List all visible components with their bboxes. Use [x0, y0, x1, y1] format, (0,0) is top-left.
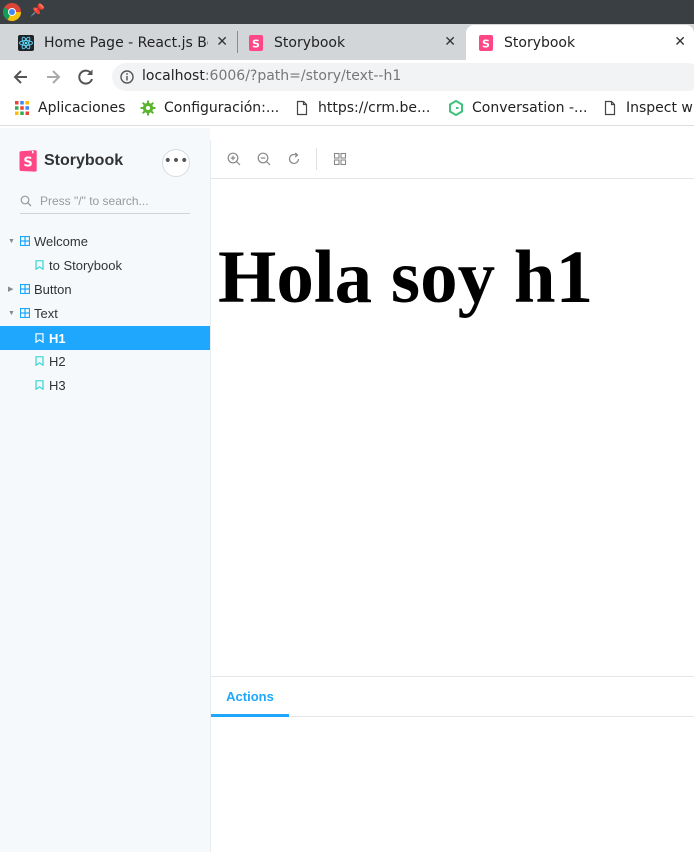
- window-titlebar: 📌: [0, 0, 694, 24]
- url-path: :6006/?path=/story/text--h1: [204, 68, 402, 84]
- tab-actions[interactable]: Actions: [211, 677, 289, 717]
- zoom-reset-icon[interactable]: [287, 152, 301, 166]
- chrome-icon: [2, 3, 22, 22]
- tab-react-boilerplate[interactable]: Home Page - React.js Boilerplate ✕: [18, 25, 236, 60]
- address-bar[interactable]: localhost:6006/?path=/story/text--h1: [112, 63, 694, 91]
- svg-text:S: S: [252, 37, 260, 50]
- url-text: localhost:6006/?path=/story/text--h1: [142, 68, 401, 84]
- zoom-out-icon[interactable]: [257, 152, 271, 166]
- caret-down-icon: ▼: [8, 237, 15, 245]
- bookmark-icon: [35, 260, 44, 270]
- tab-storybook-1[interactable]: S Storybook ✕: [248, 25, 464, 60]
- addons-tabbar: Actions: [211, 677, 694, 717]
- tab-divider: [237, 31, 238, 53]
- bookmark-icon: [35, 356, 44, 366]
- tab-storybook-active[interactable]: S Storybook ✕: [466, 25, 694, 60]
- tree-item-label: to Storybook: [49, 257, 122, 273]
- storybook-brand[interactable]: S Storybook: [19, 150, 123, 172]
- search-box: [20, 190, 190, 214]
- tab-strip: Home Page - React.js Boilerplate ✕ S Sto…: [0, 24, 694, 60]
- storybook-favicon: S: [479, 34, 493, 51]
- tab-title: Storybook: [274, 34, 346, 51]
- bookmarks-bar: Aplicaciones Configuración:... https://c…: [0, 94, 694, 126]
- caret-down-icon: ▼: [8, 309, 15, 317]
- page-icon: [604, 100, 616, 116]
- bookmark-conversation[interactable]: Conversation -...: [448, 100, 587, 116]
- bookmark-icon: [35, 380, 44, 390]
- pin-icon[interactable]: 📌: [30, 3, 45, 17]
- storybook-logo-icon: S: [19, 150, 37, 172]
- bookmark-label: Conversation -...: [472, 100, 588, 116]
- tab-title: Storybook: [504, 34, 576, 51]
- tab-title: Home Page - React.js Boilerplate: [44, 34, 208, 51]
- tree-item-label: H1: [49, 330, 66, 346]
- sidebar-menu-button[interactable]: •••: [162, 149, 190, 177]
- reload-icon[interactable]: [75, 66, 97, 88]
- tree-item-label: Text: [34, 305, 58, 321]
- tree-item-label: Welcome: [34, 233, 88, 249]
- tree-item-h1[interactable]: H1: [0, 326, 210, 350]
- preview-panel: Hola soy h1 Actions: [210, 140, 694, 852]
- component-icon: [20, 236, 30, 246]
- react-icon: [18, 34, 34, 51]
- browser-toolbar: localhost:6006/?path=/story/text--h1: [0, 60, 694, 94]
- bookmark-label: Configuración:...: [164, 100, 280, 116]
- toolbar-separator: [316, 148, 317, 170]
- tree-item-button[interactable]: ▶ Button: [0, 277, 210, 301]
- tree-item-to-storybook[interactable]: to Storybook: [0, 253, 210, 277]
- component-icon: [20, 308, 30, 318]
- tree-item-welcome[interactable]: ▼ Welcome: [0, 229, 210, 253]
- page-icon: [296, 100, 308, 116]
- forward-arrow-icon[interactable]: [42, 66, 64, 88]
- gear-icon: [140, 100, 156, 116]
- close-tab-icon[interactable]: ✕: [216, 34, 228, 50]
- brand-name: Storybook: [44, 152, 124, 169]
- bookmark-configuracion[interactable]: Configuración:...: [140, 100, 279, 116]
- info-icon[interactable]: [120, 70, 134, 84]
- bookmark-icon: [35, 333, 44, 343]
- caret-right-icon: ▶: [8, 286, 14, 293]
- tree-item-h3[interactable]: H3: [0, 373, 210, 397]
- tree-item-h2[interactable]: H2: [0, 349, 210, 373]
- canvas-toolbar: [211, 140, 694, 179]
- story-heading: Hola soy h1: [218, 236, 594, 319]
- storybook-sidebar: S Storybook ••• ▼ Welcome to Storybook ▶…: [0, 128, 210, 852]
- tree-item-text[interactable]: ▼ Text: [0, 301, 210, 325]
- tree-item-label: Button: [34, 281, 72, 297]
- search-icon: [20, 195, 32, 207]
- url-host: localhost: [142, 68, 205, 84]
- bookmark-crm[interactable]: https://crm.be...: [294, 100, 430, 116]
- svg-text:S: S: [23, 156, 32, 171]
- zoom-in-icon[interactable]: [227, 152, 241, 166]
- bookmark-label: Aplicaciones: [38, 100, 126, 116]
- svg-text:S: S: [482, 37, 490, 50]
- g-icon: [449, 100, 463, 116]
- close-tab-icon[interactable]: ✕: [444, 34, 456, 50]
- tree-item-label: H3: [49, 377, 66, 393]
- bookmark-apps[interactable]: Aplicaciones: [14, 100, 125, 116]
- tree-item-label: H2: [49, 353, 66, 369]
- storybook-favicon: S: [249, 34, 263, 51]
- component-icon: [20, 284, 30, 294]
- addons-panel: Actions: [211, 676, 694, 852]
- search-input[interactable]: [40, 192, 190, 210]
- close-tab-icon[interactable]: ✕: [674, 34, 686, 50]
- grid-icon[interactable]: [333, 152, 347, 166]
- bookmark-label: Inspect wi: [626, 100, 694, 116]
- back-arrow-icon[interactable]: [10, 66, 32, 88]
- bookmark-label: https://crm.be...: [318, 100, 431, 116]
- bookmark-inspect[interactable]: Inspect wi: [602, 100, 694, 116]
- apps-grid-icon: [15, 101, 29, 115]
